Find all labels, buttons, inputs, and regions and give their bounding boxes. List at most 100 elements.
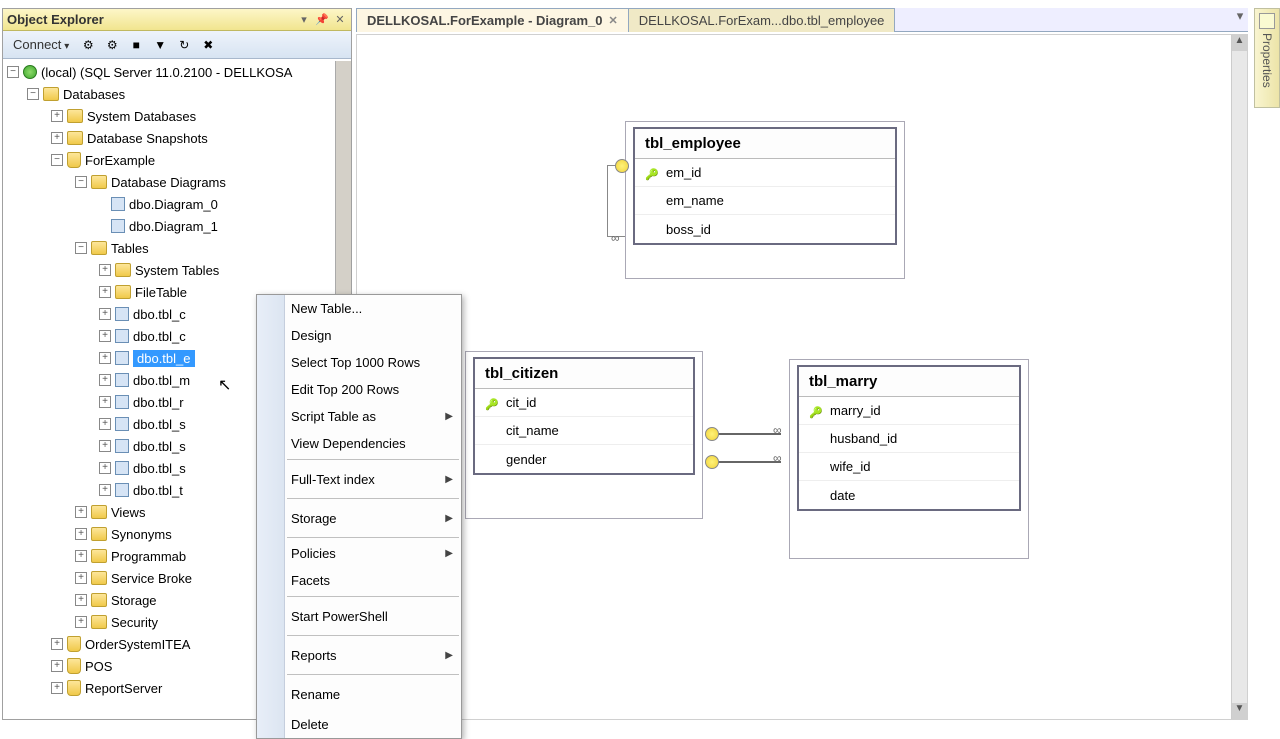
ctx-new-table[interactable]: New Table...: [257, 295, 461, 322]
ctx-rename[interactable]: Rename: [257, 677, 461, 711]
column-cit-name[interactable]: cit_name: [475, 417, 693, 445]
submenu-arrow-icon: ▶: [445, 411, 453, 422]
db-diagrams-node[interactable]: −Database Diagrams: [3, 171, 351, 193]
close-icon[interactable]: ✕: [333, 13, 347, 27]
ctx-script-as[interactable]: Script Table as▶: [257, 403, 461, 430]
service-broker-label: Service Broke: [111, 571, 192, 586]
primary-key-icon: [645, 166, 658, 179]
scroll-down-icon[interactable]: ▼: [1232, 703, 1247, 719]
table-icon: [115, 439, 129, 453]
pin-icon[interactable]: 📌: [315, 13, 329, 27]
ctx-design[interactable]: Design: [257, 322, 461, 349]
tab-diagram0[interactable]: DELLKOSAL.ForExample - Diagram_0 ✕: [356, 8, 629, 32]
ctx-policies[interactable]: Policies▶: [257, 540, 461, 567]
server-node[interactable]: −(local) (SQL Server 11.0.2100 - DELLKOS…: [3, 61, 351, 83]
ctx-label: Delete: [291, 717, 329, 732]
relationship-line-1: [711, 433, 781, 435]
relationship-self-employee: [607, 165, 625, 237]
table-icon: [115, 329, 129, 343]
connect-button[interactable]: Connect: [9, 35, 73, 54]
close-icon[interactable]: ✕: [609, 14, 618, 27]
forexample-node[interactable]: −ForExample: [3, 149, 351, 171]
column-em-name[interactable]: em_name: [635, 187, 895, 215]
toolbar-filter-icon[interactable]: ▼: [151, 36, 169, 54]
ctx-label: Select Top 1000 Rows: [291, 355, 420, 370]
properties-icon: [1259, 13, 1275, 29]
tab-tbl-employee[interactable]: DELLKOSAL.ForExam...dbo.tbl_employee: [628, 8, 896, 32]
column-boss-id[interactable]: boss_id: [635, 215, 895, 243]
primary-key-icon: [809, 404, 822, 417]
file-tables-label: FileTable: [135, 285, 187, 300]
tab-diagram0-label: DELLKOSAL.ForExample - Diagram_0: [367, 13, 603, 28]
column-husband-id[interactable]: husband_id: [799, 425, 1019, 453]
ctx-select-top[interactable]: Select Top 1000 Rows: [257, 349, 461, 376]
column-label: em_name: [666, 193, 724, 208]
ctx-label: Edit Top 200 Rows: [291, 382, 399, 397]
database-icon: [67, 680, 81, 696]
ctx-facets[interactable]: Facets: [257, 567, 461, 594]
table-icon: [115, 483, 129, 497]
database-icon: [67, 658, 81, 674]
toolbar-icon-1[interactable]: ⚙: [79, 36, 97, 54]
scroll-up-icon[interactable]: ▲: [1232, 35, 1247, 51]
table-icon: [115, 395, 129, 409]
folder-icon: [91, 175, 107, 189]
folder-icon: [91, 615, 107, 629]
system-db-node[interactable]: +System Databases: [3, 105, 351, 127]
tbl-s1-label: dbo.tbl_s: [133, 417, 186, 432]
explorer-header: Object Explorer ▾ 📌 ✕: [3, 9, 351, 31]
toolbar-stop-icon[interactable]: ■: [127, 36, 145, 54]
key-spacer: [485, 424, 498, 437]
toolbar-icon-6[interactable]: ✖: [199, 36, 217, 54]
column-em-id[interactable]: em_id: [635, 159, 895, 187]
folder-icon: [91, 593, 107, 607]
dropdown-icon[interactable]: ▾: [297, 13, 311, 27]
ctx-storage[interactable]: Storage▶: [257, 501, 461, 535]
table-icon: [115, 461, 129, 475]
db-diagrams-label: Database Diagrams: [111, 175, 226, 190]
databases-label: Databases: [63, 87, 125, 102]
tbl-e-label: dbo.tbl_e: [133, 350, 195, 367]
column-gender[interactable]: gender: [475, 445, 693, 473]
tabs-dropdown-icon[interactable]: ▾: [1232, 8, 1248, 31]
storage-tree-label: Storage: [111, 593, 157, 608]
databases-node[interactable]: −Databases: [3, 83, 351, 105]
key-spacer: [645, 194, 658, 207]
properties-panel-collapsed[interactable]: Properties: [1254, 8, 1280, 108]
ctx-label: New Table...: [291, 301, 362, 316]
column-label: gender: [506, 452, 546, 467]
diagram1-node[interactable]: dbo.Diagram_1: [3, 215, 351, 237]
db-snapshots-node[interactable]: +Database Snapshots: [3, 127, 351, 149]
ctx-edit-top[interactable]: Edit Top 200 Rows: [257, 376, 461, 403]
toolbar-icon-2[interactable]: ⚙: [103, 36, 121, 54]
ctx-reports[interactable]: Reports▶: [257, 638, 461, 672]
ctx-label: Facets: [291, 573, 330, 588]
column-date[interactable]: date: [799, 481, 1019, 509]
folder-icon: [91, 571, 107, 585]
column-wife-id[interactable]: wife_id: [799, 453, 1019, 481]
db-snapshots-label: Database Snapshots: [87, 131, 208, 146]
ctx-view-dep[interactable]: View Dependencies: [257, 430, 461, 457]
ctx-separator: [287, 498, 459, 499]
tables-node[interactable]: −Tables: [3, 237, 351, 259]
diagram0-node[interactable]: dbo.Diagram_0: [3, 193, 351, 215]
entity-citizen[interactable]: tbl_citizen cit_id cit_name gender: [473, 357, 695, 475]
ctx-separator: [287, 635, 459, 636]
system-tables-node[interactable]: +System Tables: [3, 259, 351, 281]
folder-icon: [91, 241, 107, 255]
explorer-toolbar: Connect ⚙ ⚙ ■ ▼ ↻ ✖: [3, 31, 351, 59]
column-marry-id[interactable]: marry_id: [799, 397, 1019, 425]
entity-marry[interactable]: tbl_marry marry_id husband_id wife_id da…: [797, 365, 1021, 511]
toolbar-refresh-icon[interactable]: ↻: [175, 36, 193, 54]
ctx-fulltext[interactable]: Full-Text index▶: [257, 462, 461, 496]
diagram-canvas[interactable]: ▲▼ tbl_employee em_id em_name boss_id ∞ …: [356, 34, 1248, 720]
relationship-line-2: [711, 461, 781, 463]
ctx-start-ps[interactable]: Start PowerShell: [257, 599, 461, 633]
canvas-scrollbar-v[interactable]: ▲▼: [1231, 35, 1247, 719]
key-spacer: [485, 453, 498, 466]
folder-icon: [115, 263, 131, 277]
tree-scrollbar[interactable]: [335, 61, 351, 301]
ctx-delete[interactable]: Delete: [257, 711, 461, 738]
column-cit-id[interactable]: cit_id: [475, 389, 693, 417]
entity-employee[interactable]: tbl_employee em_id em_name boss_id: [633, 127, 897, 245]
